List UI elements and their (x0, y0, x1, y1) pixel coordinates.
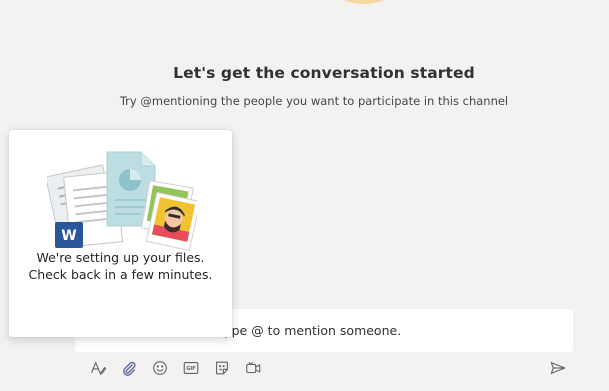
meet-now-button[interactable] (241, 358, 265, 380)
empty-state-subtitle: Try @mentioning the people you want to p… (119, 94, 509, 108)
files-message-line-1: We're setting up your files. (36, 250, 205, 265)
sticker-icon (213, 359, 231, 380)
attach-icon (120, 359, 138, 380)
gif-icon-label: GIF (186, 366, 196, 372)
meet-now-icon (244, 359, 262, 380)
gif-icon: GIF (182, 359, 200, 380)
empty-state-title: Let's get the conversation started (173, 64, 475, 82)
send-icon (549, 359, 567, 380)
sticker-button[interactable] (210, 358, 234, 380)
emoji-button[interactable] (148, 358, 172, 380)
header-illustration-fragment (340, 0, 388, 4)
files-setup-flyout: W We're setting up your files. Check bac… (9, 130, 232, 337)
send-button[interactable] (546, 358, 570, 380)
files-setup-message: We're setting up your files. Check back … (9, 249, 232, 283)
composer-toolbar: GIF (86, 358, 272, 380)
format-button[interactable] (86, 358, 110, 380)
svg-text:W: W (61, 228, 76, 244)
files-illustration: W (45, 148, 201, 253)
gif-button[interactable]: GIF (179, 358, 203, 380)
emoji-icon (151, 359, 169, 380)
files-message-line-2: Check back in a few minutes. (28, 267, 213, 282)
format-text-icon (89, 359, 107, 380)
attach-button[interactable] (117, 358, 141, 380)
